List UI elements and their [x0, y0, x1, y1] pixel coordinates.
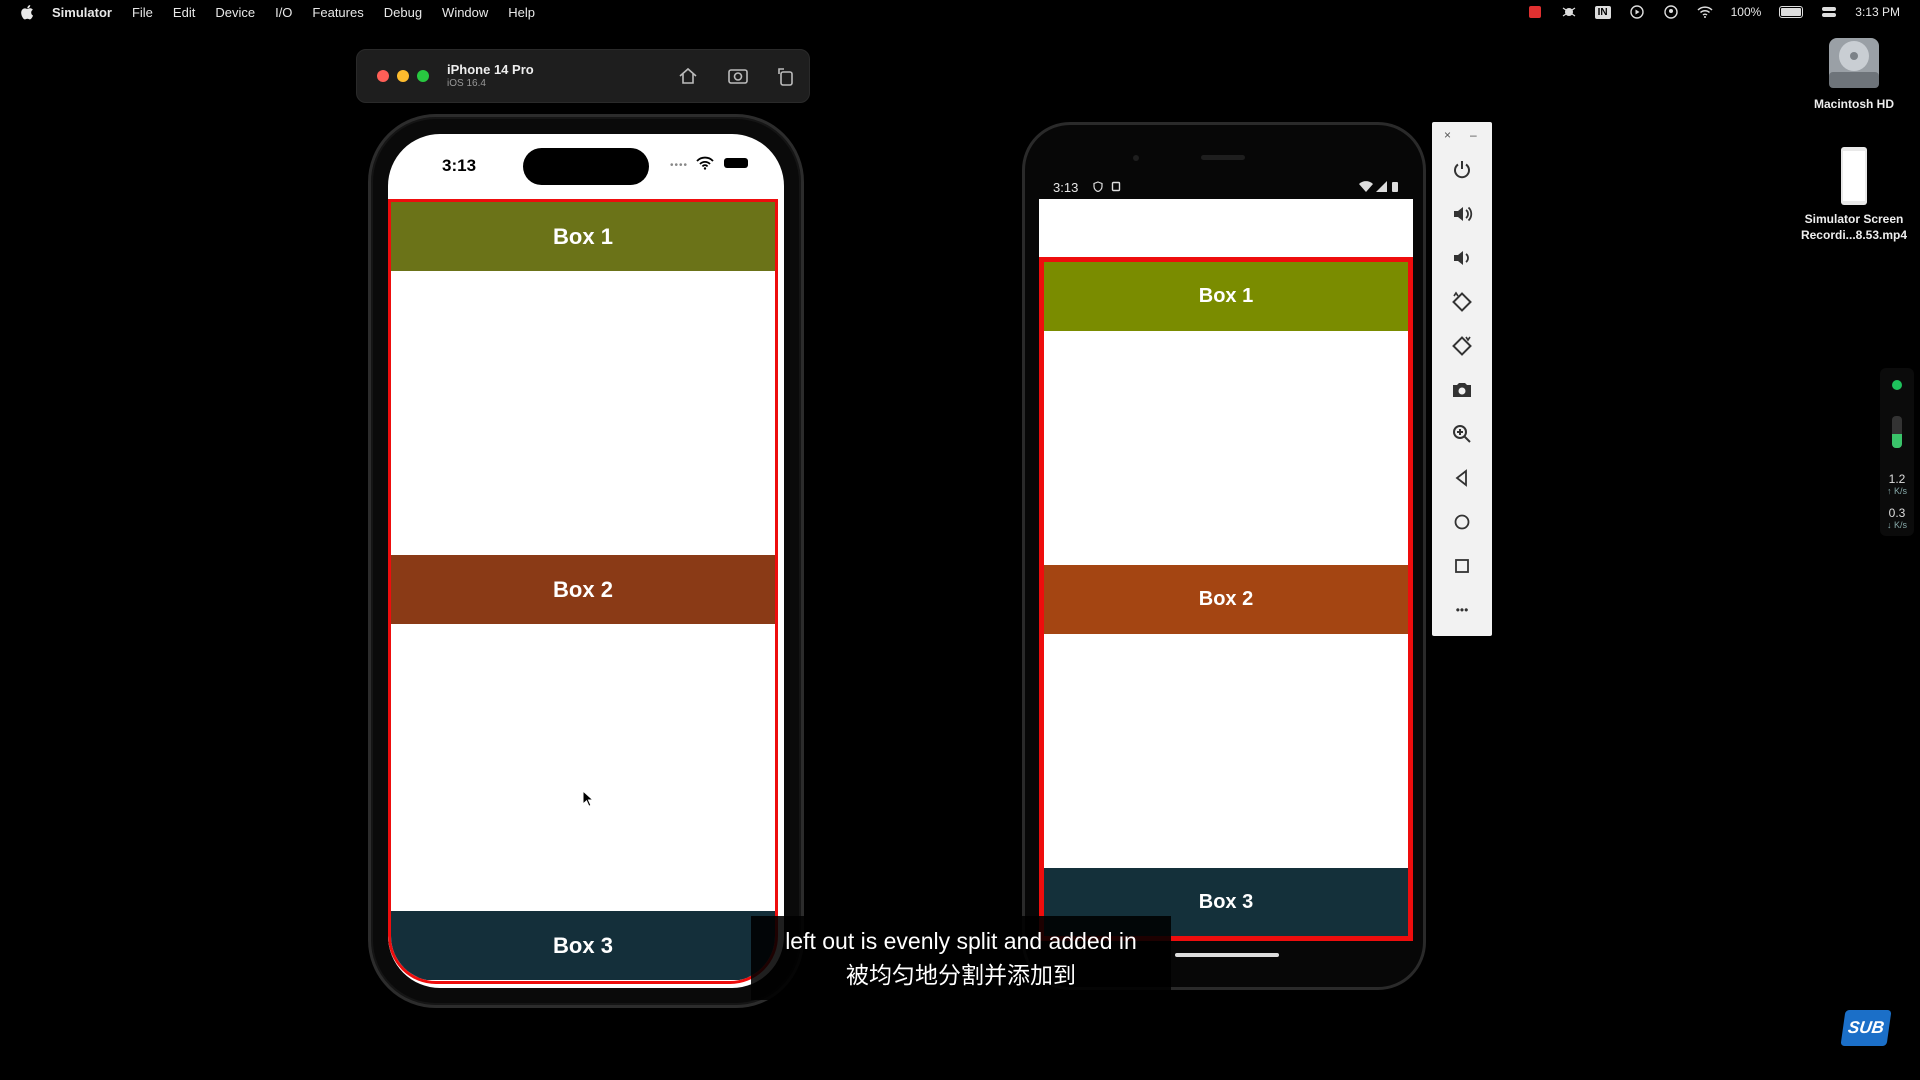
sim-icon: [1111, 181, 1121, 192]
status-dot: [1892, 380, 1902, 390]
simulator-window-toolbar: iPhone 14 Pro iOS 16.4: [356, 49, 810, 103]
wifi-icon: [1359, 181, 1373, 192]
menu-window[interactable]: Window: [442, 5, 488, 20]
battery-icon[interactable]: [1779, 6, 1804, 18]
minimize-window-button[interactable]: [397, 70, 409, 82]
video-subtitle: left out is evenly split and added in 被均…: [751, 916, 1171, 1000]
box-1-label: Box 1: [553, 223, 613, 249]
ios-time: 3:13: [442, 156, 477, 175]
menu-device[interactable]: Device: [215, 5, 255, 20]
camera-icon[interactable]: [1450, 378, 1474, 402]
back-icon[interactable]: [1450, 466, 1474, 490]
close-window-button[interactable]: [377, 70, 389, 82]
zoom-icon[interactable]: [1450, 422, 1474, 446]
box-1: Box 1: [391, 202, 775, 271]
bug-icon[interactable]: [1561, 5, 1577, 19]
android-status-bar: 3:13: [1039, 177, 1411, 199]
hard-drive-icon: [1829, 38, 1879, 88]
power-icon[interactable]: [1450, 158, 1474, 182]
download-unit: ↓ K/s: [1886, 520, 1907, 530]
desktop-item-recording[interactable]: Simulator Screen Recordi...8.53.mp4: [1789, 145, 1919, 243]
close-icon[interactable]: ×: [1444, 128, 1451, 142]
more-icon[interactable]: •••: [1450, 598, 1474, 622]
desktop-item-label: Simulator Screen: [1804, 212, 1904, 226]
screenshot-icon[interactable]: [727, 65, 749, 87]
zoom-window-button[interactable]: [417, 70, 429, 82]
box-3-label: Box 3: [553, 932, 613, 958]
menu-app-name[interactable]: Simulator: [52, 5, 112, 20]
control-center-icon[interactable]: [1821, 5, 1837, 19]
desktop-item-label: Recordi...8.53.mp4: [1800, 228, 1908, 242]
overview-icon[interactable]: [1450, 554, 1474, 578]
box-3: Box 3: [391, 911, 775, 980]
dynamic-island: [523, 148, 649, 185]
box-2: Box 2: [1044, 565, 1408, 634]
menu-bar: Simulator File Edit Device I/O Features …: [0, 0, 1920, 24]
desktop-item-label: Macintosh HD: [1813, 97, 1894, 111]
usage-bar: [1892, 416, 1902, 448]
menu-file[interactable]: File: [132, 5, 153, 20]
device-os-version: iOS 16.4: [447, 78, 486, 89]
play-icon[interactable]: [1629, 5, 1645, 19]
box-3-label: Box 3: [1198, 891, 1254, 913]
volume-down-icon[interactable]: [1450, 246, 1474, 270]
box-1-label: Box 1: [1198, 285, 1254, 307]
sub-logo: SUB: [1840, 1010, 1892, 1046]
box-2-label: Box 2: [553, 576, 613, 602]
android-time: 3:13: [1053, 180, 1079, 195]
iphone-screen[interactable]: 3:13 •••• Box 1 Box 2 Box 3: [388, 134, 784, 988]
subtitle-line-english: left out is evenly split and added in: [785, 928, 1137, 954]
subtitle-line-chinese: 被均匀地分割并添加到: [846, 962, 1076, 988]
record-icon[interactable]: [1527, 5, 1543, 19]
menu-io[interactable]: I/O: [275, 5, 292, 20]
network-speed-widget[interactable]: 1.2 ↑ K/s 0.3 ↓ K/s: [1880, 368, 1914, 536]
wifi-icon[interactable]: [1697, 5, 1713, 19]
status-area: IN 100% 3:13 PM: [1527, 0, 1900, 24]
menu-clock[interactable]: 3:13 PM: [1855, 5, 1900, 19]
volume-up-icon[interactable]: [1450, 202, 1474, 226]
battery-icon: [1392, 182, 1398, 192]
gesture-nav-bar[interactable]: [1175, 953, 1279, 957]
menu-help[interactable]: Help: [508, 5, 535, 20]
download-speed: 0.3: [1888, 506, 1906, 520]
upload-unit: ↑ K/s: [1886, 486, 1907, 496]
flex-container: Box 1 Box 2 Box 3: [1039, 257, 1413, 941]
box-2: Box 2: [391, 555, 775, 624]
flex-container: Box 1 Box 2 Box 3: [388, 199, 778, 984]
front-camera: [1133, 155, 1139, 161]
input-source-badge[interactable]: IN: [1594, 5, 1611, 19]
home-icon[interactable]: [677, 65, 699, 87]
battery-icon: [724, 158, 748, 168]
rotate-right-icon[interactable]: [1450, 334, 1474, 358]
battery-percent: 100%: [1730, 5, 1762, 19]
box-1: Box 1: [1044, 262, 1408, 331]
box-2-label: Box 2: [1198, 588, 1254, 610]
emulator-controls-panel: × – •••: [1432, 122, 1492, 636]
minimize-icon[interactable]: –: [1470, 128, 1477, 142]
earpiece-speaker: [1201, 155, 1245, 160]
device-name: iPhone 14 Pro: [447, 62, 534, 77]
wifi-icon: [696, 156, 714, 170]
upload-speed: 1.2: [1888, 472, 1906, 486]
menu-features[interactable]: Features: [312, 5, 363, 20]
cellular-signal-icon: ••••: [670, 160, 689, 171]
video-file-icon: [1841, 147, 1867, 205]
signal-icon: [1376, 181, 1387, 192]
ios-status-bar: 3:13 ••••: [388, 134, 784, 198]
rotate-left-icon[interactable]: [1450, 290, 1474, 314]
shield-icon: [1093, 181, 1103, 192]
apple-icon[interactable]: [20, 4, 34, 20]
android-app-bar-area: [1039, 199, 1413, 261]
mouse-cursor-icon: [582, 790, 594, 807]
user-icon[interactable]: [1663, 5, 1679, 19]
iphone-simulator[interactable]: 3:13 •••• Box 1 Box 2 Box 3: [368, 114, 804, 1008]
android-emulator[interactable]: 3:13 Box 1 Box 2 Box 3: [1022, 122, 1426, 990]
menu-debug[interactable]: Debug: [384, 5, 422, 20]
menu-edit[interactable]: Edit: [173, 5, 195, 20]
home-icon[interactable]: [1450, 510, 1474, 534]
rotate-icon[interactable]: [775, 65, 797, 87]
desktop-item-macintosh-hd[interactable]: Macintosh HD: [1789, 30, 1919, 112]
